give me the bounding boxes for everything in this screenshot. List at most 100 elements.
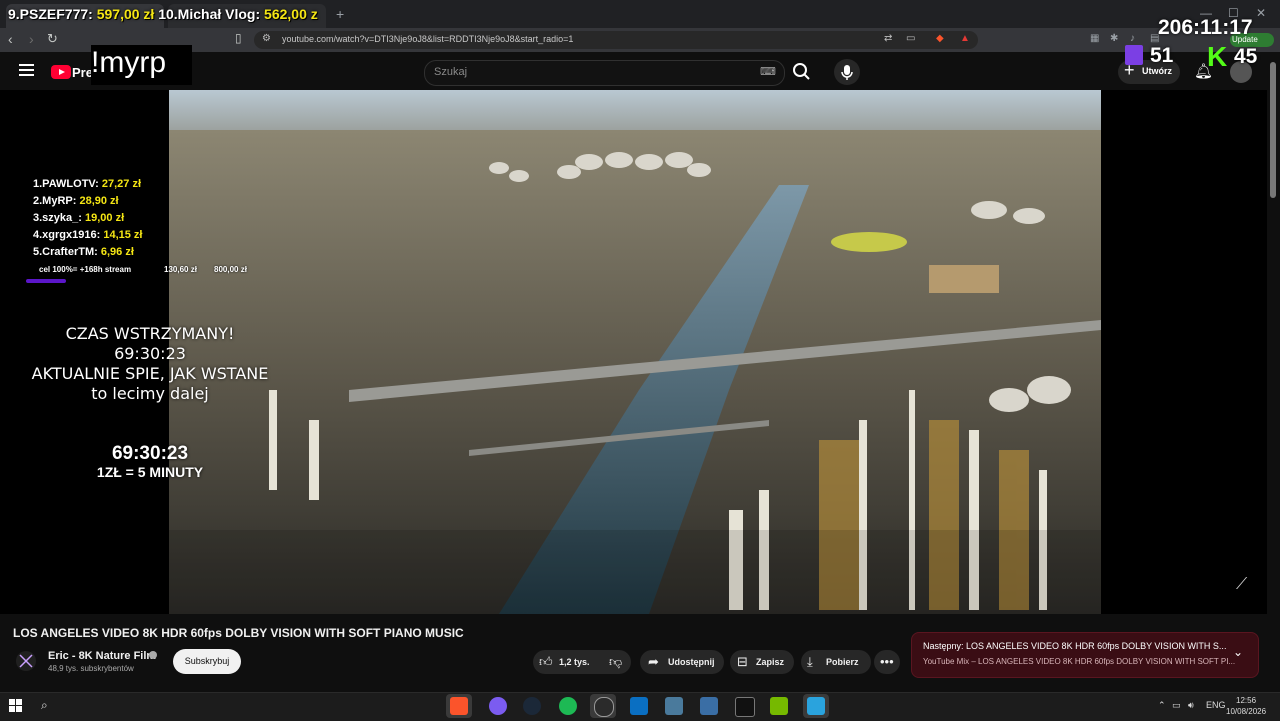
site-info-icon[interactable]: ⚙: [262, 33, 271, 44]
extension-icon[interactable]: ▦: [1090, 33, 1099, 44]
up-next-title[interactable]: Następny: LOS ANGELES VIDEO 8K HDR 60fps…: [923, 641, 1226, 651]
network-icon[interactable]: ▭: [1172, 700, 1181, 711]
like-count[interactable]: 1,2 tys.: [559, 657, 590, 667]
reload-icon[interactable]: ↻: [47, 31, 58, 47]
like-icon[interactable]: 👍︎: [539, 654, 553, 670]
close-window-icon[interactable]: ✕: [1256, 6, 1266, 20]
back-icon[interactable]: ‹: [8, 31, 13, 47]
brave-icon[interactable]: [450, 697, 468, 715]
paused-line-4: to lecimy dalej: [91, 384, 209, 403]
twitch-icon: [1125, 45, 1143, 65]
dislike-icon[interactable]: 👎︎: [609, 654, 622, 670]
keyboard-icon[interactable]: ⌨: [760, 65, 776, 78]
paused-line-3: AKTUALNIE SPIE, JAK WSTANE: [31, 364, 269, 383]
spotify-icon[interactable]: [559, 697, 577, 715]
ticker-name-b: 10.Michał Vlog:: [158, 6, 261, 22]
donor-name: 1.PAWLOTV:: [33, 178, 99, 190]
paused-line-2: 69:30:23: [114, 344, 186, 363]
donor-amount: 28,90 zł: [79, 195, 119, 207]
up-next-card[interactable]: [911, 632, 1259, 678]
twitch-viewer-count: 51: [1150, 44, 1174, 67]
youtube-brand[interactable]: Pre: [72, 65, 93, 80]
puzzle-icon[interactable]: ✱: [1110, 33, 1118, 44]
download-icon: ⤓: [807, 654, 813, 669]
volume-icon[interactable]: 🔊︎: [1188, 700, 1194, 711]
steam-icon[interactable]: [523, 697, 541, 715]
youtube-logo-icon[interactable]: [51, 65, 71, 79]
network-app-icon[interactable]: [700, 697, 718, 715]
channel-name[interactable]: Eric - 8K Nature Film: [48, 650, 156, 662]
countdown-timer: 69:30:23: [111, 443, 189, 464]
subscribe-label: Subskrybuj: [184, 656, 230, 666]
top-donor-3: 3.szyka_: 19,00 zł: [33, 212, 124, 224]
telegram-icon[interactable]: [807, 697, 825, 715]
language-indicator[interactable]: ENG: [1206, 700, 1226, 710]
bookmark-icon[interactable]: ▯: [235, 31, 242, 45]
donor-amount: 19,00 zł: [85, 212, 125, 224]
cast-icon[interactable]: ▭: [906, 33, 915, 44]
new-tab-button[interactable]: +: [336, 6, 344, 22]
brave-shield-icon[interactable]: ◆: [936, 33, 944, 44]
scrollbar-thumb[interactable]: [1270, 62, 1276, 198]
clock-time: 12:56: [1236, 696, 1257, 705]
ticker-amount-b: 562,00 z: [264, 6, 318, 22]
chevron-down-icon[interactable]: ⌄: [1233, 645, 1243, 659]
share-icon: ➦: [648, 654, 659, 669]
goal-progress-bar: [26, 279, 66, 283]
address-url[interactable]: youtube.com/watch?v=DTI3Nje9oJ8&list=RDD…: [282, 34, 573, 44]
terminal-icon[interactable]: [735, 697, 755, 717]
translate-icon[interactable]: ⇄: [884, 33, 892, 44]
top-donor-1: 1.PAWLOTV: 27,27 zł: [33, 178, 141, 190]
save-icon: ⊟: [737, 654, 748, 669]
donor-name: 4.xgrgx1916:: [33, 229, 101, 241]
subscriber-count: 48,9 tys. subskrybentów: [48, 664, 134, 673]
tray-chevron-icon[interactable]: ⌃: [1158, 700, 1166, 711]
nvidia-icon[interactable]: [770, 697, 788, 715]
kick-icon: K: [1207, 41, 1228, 72]
menu-icon[interactable]: [19, 64, 34, 76]
command-text: !myrp: [91, 46, 166, 79]
donor-name: 5.CrafterTM:: [33, 246, 98, 258]
ticker-name-a: 9.PSZEF777:: [8, 6, 93, 22]
donation-rate: 1ZŁ = 5 MINUTY: [96, 464, 204, 480]
start-icon[interactable]: [9, 699, 22, 712]
discord-icon[interactable]: [489, 697, 507, 715]
system-clock[interactable]: 12:56 10/08/2026: [1226, 695, 1266, 717]
more-icon: •••: [880, 654, 894, 669]
donor-amount: 14,15 zł: [103, 229, 143, 241]
save-label: Zapisz: [756, 657, 785, 667]
search-placeholder: Szukaj: [434, 66, 468, 78]
video-frame[interactable]: [169, 90, 1101, 614]
paused-line-1: CZAS WSTRZYMANY!: [65, 324, 235, 343]
forward-icon[interactable]: ›: [29, 31, 34, 47]
download-label: Pobierz: [826, 657, 859, 667]
donor-name: 2.MyRP:: [33, 195, 77, 207]
files-icon[interactable]: [665, 697, 683, 715]
donor-amount: 27,27 zł: [101, 178, 142, 190]
microphone-icon: [841, 65, 853, 80]
brave-rewards-icon[interactable]: ▲: [960, 33, 970, 44]
donor-amount: 6,96 zł: [100, 246, 134, 258]
goal-label: cel 100%= +168h stream: [39, 265, 132, 274]
donor-name: 3.szyka_:: [33, 212, 82, 224]
search-input[interactable]: [424, 60, 785, 86]
verified-icon: [149, 651, 157, 659]
search-button[interactable]: [786, 59, 818, 85]
up-next-mix: YouTube Mix – LOS ANGELES VIDEO 8K HDR 6…: [923, 657, 1236, 666]
ticker-amount-a: 597,00 zł: [96, 6, 155, 22]
goal-current: 130,60 zł: [164, 265, 197, 274]
goal-target: 800,00 zł: [214, 265, 247, 274]
channel-avatar[interactable]: [16, 651, 36, 671]
video-title: LOS ANGELES VIDEO 8K HDR 60fps DOLBY VIS…: [13, 626, 464, 640]
obs-icon[interactable]: [594, 697, 614, 717]
clock-date: 10/08/2026: [1226, 707, 1267, 716]
search-icon: [793, 63, 810, 80]
music-icon[interactable]: ♪: [1130, 33, 1135, 44]
vscode-icon[interactable]: [630, 697, 648, 715]
donation-ticker: 9.PSZEF777: 597,00 zł 10.Michał Vlog: 56…: [8, 6, 318, 22]
aerial-city-scene: [169, 90, 1101, 614]
taskbar-search-icon[interactable]: ⌕: [41, 698, 48, 713]
voice-search-button[interactable]: [834, 59, 860, 85]
channel-watermark-icon[interactable]: ⟋: [1236, 576, 1247, 594]
top-donor-5: 5.CrafterTM: 6,96 zł: [33, 246, 134, 258]
